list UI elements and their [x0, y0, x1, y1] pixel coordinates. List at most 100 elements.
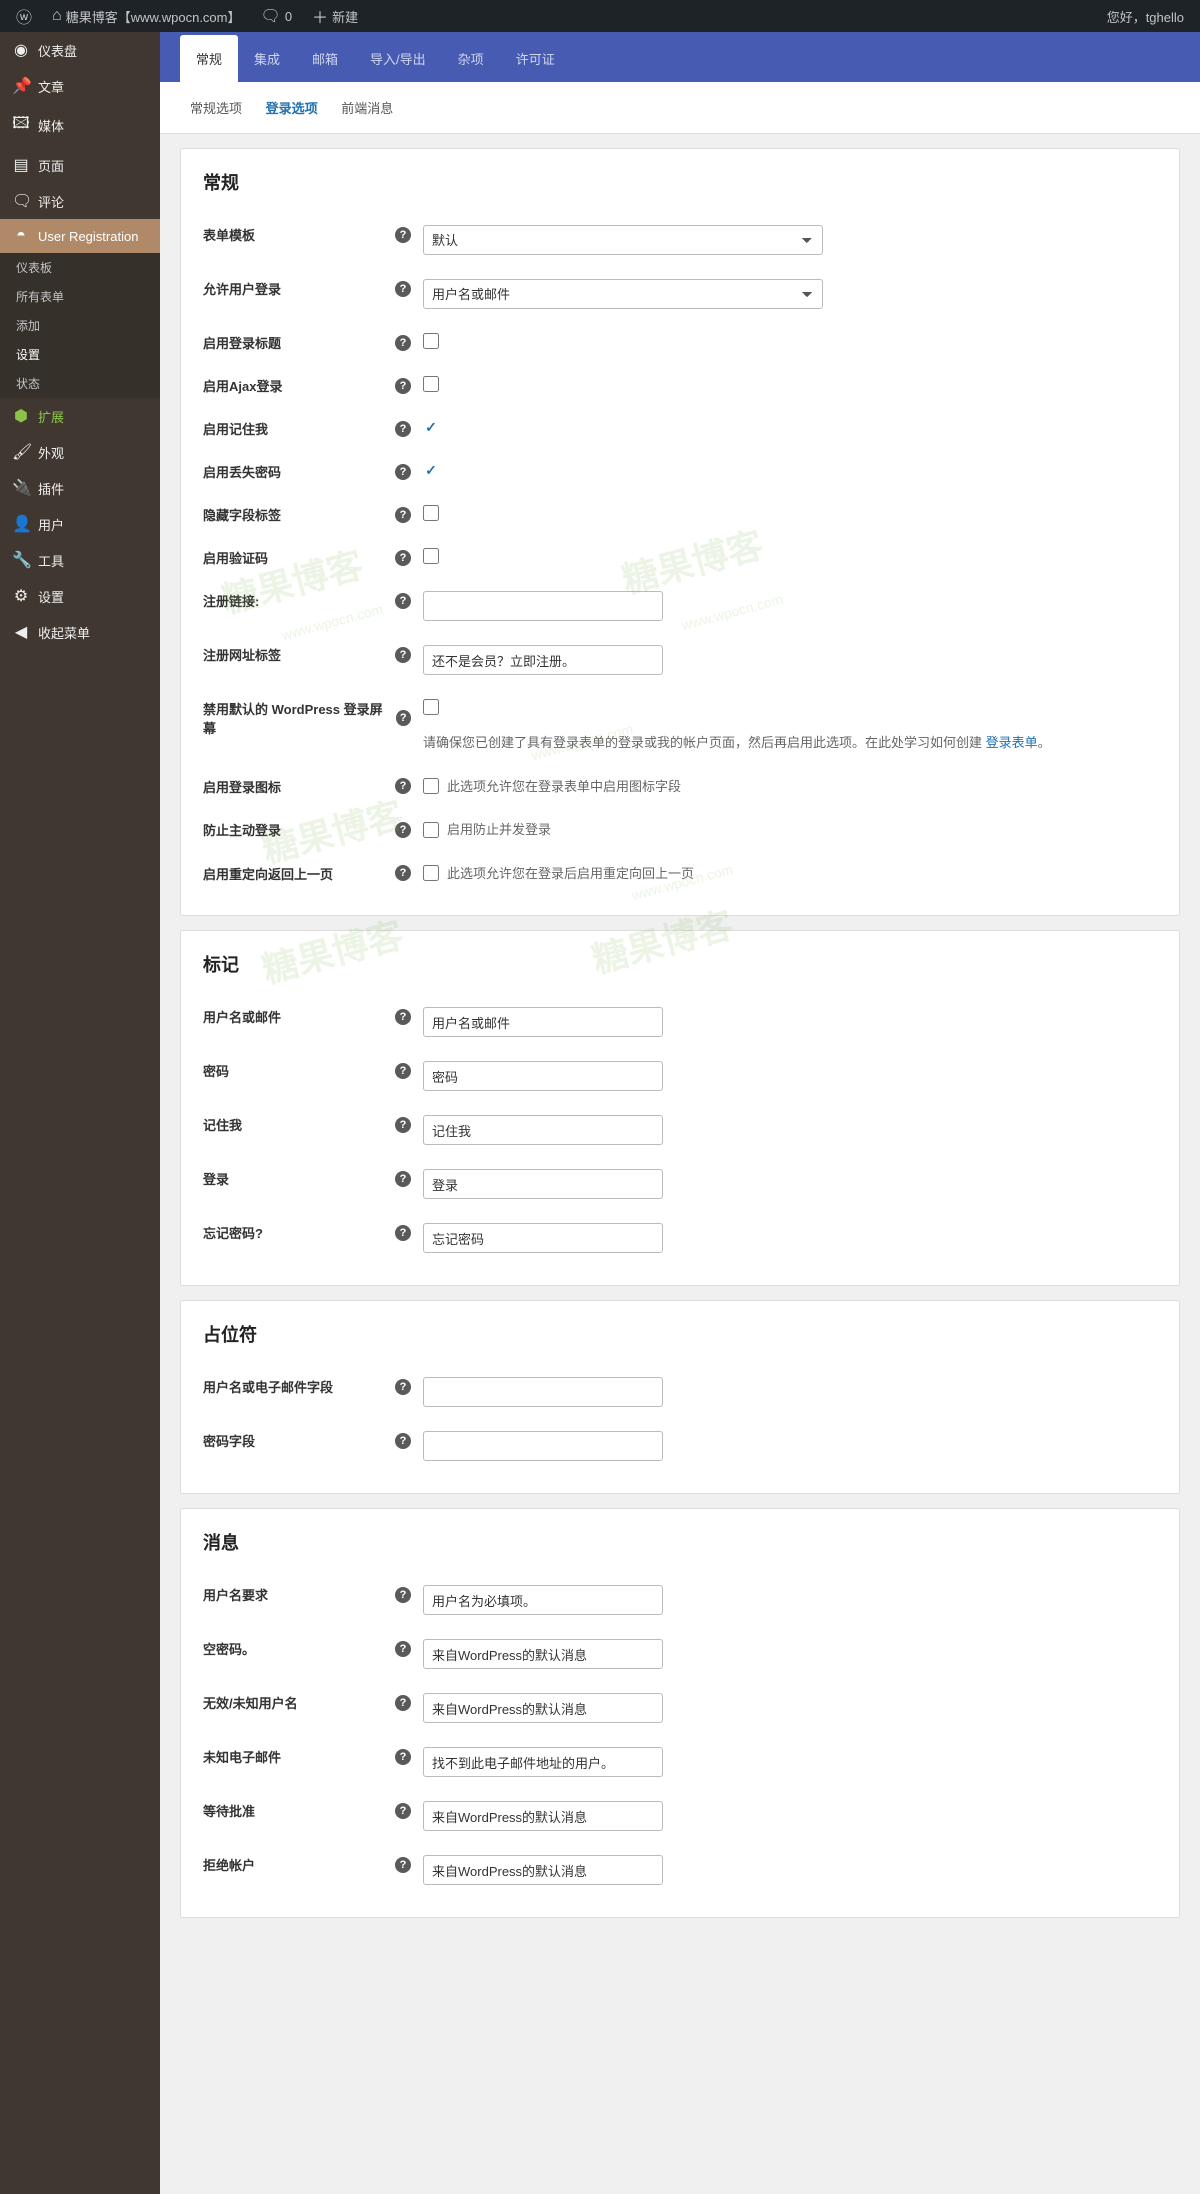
sidebar-item-extensions[interactable]: ⬢扩展 [0, 398, 160, 434]
row-ph-username: 用户名或电子邮件字段? [203, 1365, 1157, 1419]
sidebar-item-dashboard[interactable]: ◉仪表盘 [0, 32, 160, 68]
sidebar-item-user-registration[interactable]: ◓User Registration [0, 219, 160, 253]
tab-misc[interactable]: 杂项 [442, 35, 500, 82]
tab-general[interactable]: 常规 [180, 35, 238, 82]
help-icon[interactable]: ? [395, 1379, 411, 1395]
label-login-input[interactable] [423, 1169, 663, 1199]
sidebar-item-tools[interactable]: 🔧工具 [0, 542, 160, 578]
allow-login-select[interactable]: 用户名或邮件 [423, 279, 823, 309]
help-icon[interactable]: ? [395, 865, 411, 881]
help-icon[interactable]: ? [395, 335, 411, 351]
row-form-template: 表单模板? 默认 [203, 213, 1157, 267]
help-icon[interactable]: ? [395, 1009, 411, 1025]
help-icon[interactable]: ? [395, 1749, 411, 1765]
help-icon[interactable]: ? [395, 1587, 411, 1603]
submenu-add[interactable]: 添加 [0, 311, 160, 340]
form-template-select[interactable]: 默认 [423, 225, 823, 255]
register-url-label-input[interactable] [423, 645, 663, 675]
row-prevent-active-login: 防止主动登录? 启用防止并发登录 [203, 808, 1157, 852]
help-icon[interactable]: ? [395, 1225, 411, 1241]
login-form-link[interactable]: 登录表单 [986, 735, 1038, 750]
msg-unknown-email-input[interactable] [423, 1747, 663, 1777]
subtab-frontend-messages[interactable]: 前端消息 [331, 94, 403, 121]
login-title-checkbox[interactable] [423, 333, 439, 349]
help-icon[interactable]: ? [395, 421, 411, 437]
help-icon[interactable]: ? [395, 1117, 411, 1133]
tab-import-export[interactable]: 导入/导出 [354, 35, 442, 82]
help-icon[interactable]: ? [395, 464, 411, 480]
help-icon[interactable]: ? [395, 1641, 411, 1657]
sidebar-item-plugins[interactable]: 🔌插件 [0, 470, 160, 506]
wordpress-logo[interactable]: ⓦ [8, 4, 40, 28]
msg-invalid-user-input[interactable] [423, 1693, 663, 1723]
lost-pw-checkbox[interactable]: ✓ [423, 462, 439, 478]
new-content-link[interactable]: ＋新建 [304, 4, 366, 28]
help-icon[interactable]: ? [395, 778, 411, 794]
remember-checkbox[interactable]: ✓ [423, 419, 439, 435]
subtab-general-options[interactable]: 常规选项 [180, 94, 252, 121]
help-icon[interactable]: ? [395, 281, 411, 297]
sidebar-item-posts[interactable]: 📌文章 [0, 68, 160, 104]
label-password-input[interactable] [423, 1061, 663, 1091]
prevent-active-checkbox[interactable] [423, 822, 439, 838]
panel-labels: 标记 用户名或邮件? 密码? 记住我? 登录? 忘记密码?? [180, 930, 1180, 1286]
ph-username-input[interactable] [423, 1377, 663, 1407]
comments-link[interactable]: 🗨0 [253, 6, 301, 26]
tab-email[interactable]: 邮箱 [296, 35, 354, 82]
submenu-dashboard[interactable]: 仪表板 [0, 253, 160, 282]
msg-username-req-input[interactable] [423, 1585, 663, 1615]
help-icon[interactable]: ? [396, 710, 411, 726]
tab-integration[interactable]: 集成 [238, 35, 296, 82]
submenu-status[interactable]: 状态 [0, 369, 160, 398]
hide-labels-checkbox[interactable] [423, 505, 439, 521]
msg-pending-input[interactable] [423, 1801, 663, 1831]
help-icon[interactable]: ? [395, 550, 411, 566]
help-icon[interactable]: ? [395, 1063, 411, 1079]
sidebar-item-pages[interactable]: ▤页面 [0, 147, 160, 183]
row-msg-invalid-user: 无效/未知用户名? [203, 1681, 1157, 1735]
row-redirect-back: 启用重定向返回上一页? 此选项允许您在登录后启用重定向回上一页 [203, 852, 1157, 896]
panel-messages: 消息 用户名要求? 空密码。? 无效/未知用户名? 未知电子邮件? 等待批准? [180, 1508, 1180, 1918]
comment-icon: 🗨 [261, 6, 281, 26]
plug-icon: 🔌 [12, 478, 30, 498]
help-icon[interactable]: ? [395, 507, 411, 523]
sidebar-item-appearance[interactable]: 🖌外观 [0, 434, 160, 470]
ajax-login-checkbox[interactable] [423, 376, 439, 392]
subtab-login-options[interactable]: 登录选项 [256, 94, 328, 121]
sidebar-item-comments[interactable]: 🗨评论 [0, 183, 160, 219]
help-icon[interactable]: ? [395, 1171, 411, 1187]
sidebar-submenu: 仪表板 所有表单 添加 设置 状态 [0, 253, 160, 398]
panel-placeholders: 占位符 用户名或电子邮件字段? 密码字段? [180, 1300, 1180, 1494]
help-icon[interactable]: ? [395, 593, 411, 609]
help-icon[interactable]: ? [395, 1433, 411, 1449]
panel-title: 标记 [203, 951, 1157, 977]
register-link-input[interactable] [423, 591, 663, 621]
label-username-input[interactable] [423, 1007, 663, 1037]
tab-license[interactable]: 许可证 [500, 35, 571, 82]
label-forgot-input[interactable] [423, 1223, 663, 1253]
help-icon[interactable]: ? [395, 1695, 411, 1711]
login-icons-checkbox[interactable] [423, 778, 439, 794]
main-content: 常规 集成 邮箱 导入/导出 杂项 许可证 常规选项 登录选项 前端消息 糖果博… [160, 32, 1200, 1946]
submenu-settings[interactable]: 设置 [0, 340, 160, 369]
account-link[interactable]: 您好，tghello [1099, 7, 1192, 26]
msg-empty-pw-input[interactable] [423, 1639, 663, 1669]
sidebar-item-collapse[interactable]: ◀收起菜单 [0, 614, 160, 650]
sidebar-item-users[interactable]: 👤用户 [0, 506, 160, 542]
help-icon[interactable]: ? [395, 378, 411, 394]
help-icon[interactable]: ? [395, 647, 411, 663]
help-icon[interactable]: ? [395, 227, 411, 243]
ph-password-input[interactable] [423, 1431, 663, 1461]
redirect-back-checkbox[interactable] [423, 865, 439, 881]
help-icon[interactable]: ? [395, 822, 411, 838]
sidebar-item-media[interactable]: 🖾媒体 [0, 104, 160, 147]
sidebar-item-settings[interactable]: ⚙设置 [0, 578, 160, 614]
site-name-link[interactable]: ⌂糖果博客【www.wpocn.com】 [44, 7, 248, 26]
help-icon[interactable]: ? [395, 1803, 411, 1819]
disable-wp-login-checkbox[interactable] [423, 699, 439, 715]
submenu-all-forms[interactable]: 所有表单 [0, 282, 160, 311]
label-remember-input[interactable] [423, 1115, 663, 1145]
captcha-checkbox[interactable] [423, 548, 439, 564]
help-icon[interactable]: ? [395, 1857, 411, 1873]
msg-denied-input[interactable] [423, 1855, 663, 1885]
